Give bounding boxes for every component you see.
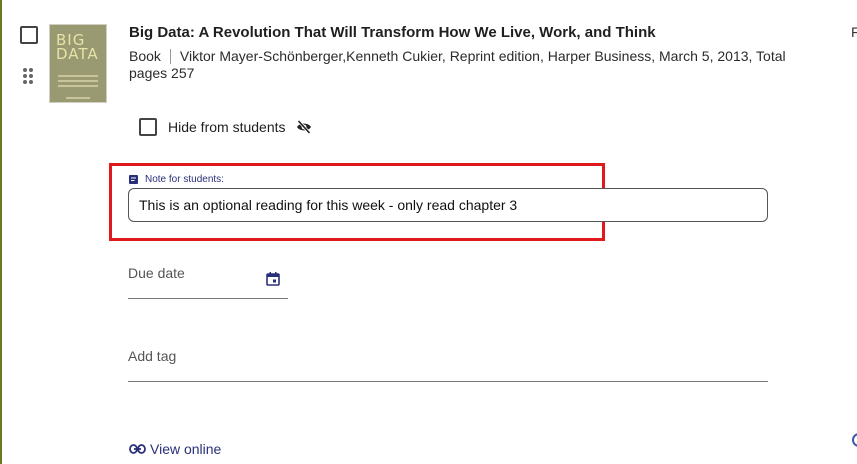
separator	[169, 49, 171, 64]
item-details: Viktor Mayer-Schönberger,Kenneth Cukier,…	[129, 48, 786, 81]
link-icon	[129, 443, 146, 454]
item-title[interactable]: Big Data: A Revolution That Will Transfo…	[129, 24, 656, 41]
add-tag-underline	[128, 381, 768, 382]
partial-icon-right-edge[interactable]	[852, 433, 857, 447]
cover-text: BIG DATA	[56, 31, 99, 63]
view-online-link[interactable]: View online	[129, 440, 221, 457]
select-item-checkbox[interactable]	[20, 26, 38, 44]
book-cover-image: BIG DATA	[49, 24, 107, 103]
add-tag-input[interactable]: Add tag	[128, 348, 176, 364]
note-for-students-label: Note for students:	[129, 173, 224, 185]
right-cut-text: F	[851, 24, 857, 40]
due-date-underline	[128, 298, 288, 299]
left-accent-rule	[0, 0, 2, 464]
drag-handle-icon[interactable]	[23, 68, 35, 86]
view-online-text: View online	[150, 440, 222, 457]
calendar-icon[interactable]	[266, 272, 280, 286]
item-type: Book	[129, 48, 161, 64]
due-date-label[interactable]: Due date	[128, 265, 185, 281]
eye-off-icon	[296, 120, 311, 134]
hide-from-students-label: Hide from students	[168, 119, 286, 135]
hide-from-students-row[interactable]: Hide from students	[139, 117, 312, 137]
note-icon	[129, 174, 138, 184]
hide-from-students-checkbox[interactable]	[139, 118, 157, 136]
note-label-text: Note for students:	[145, 173, 224, 185]
note-for-students-input[interactable]	[128, 188, 768, 222]
item-metadata: Book Viktor Mayer-Schönberger,Kenneth Cuk…	[129, 48, 819, 82]
